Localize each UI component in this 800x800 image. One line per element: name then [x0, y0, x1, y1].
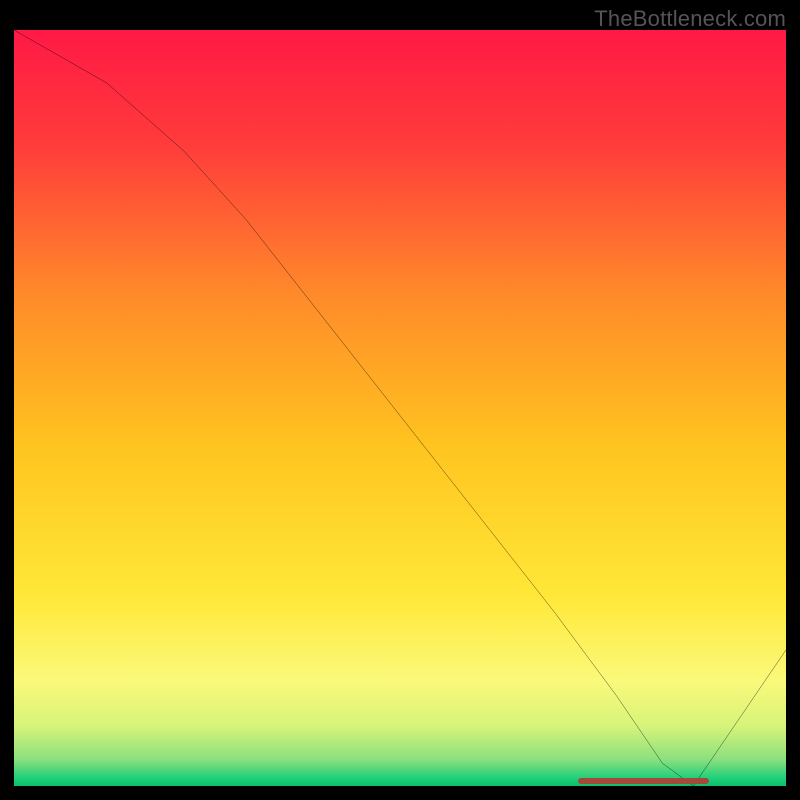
watermark-label: TheBottleneck.com — [594, 6, 786, 32]
chart-frame: TheBottleneck.com — [0, 0, 800, 800]
bottleneck-curve — [14, 30, 786, 786]
plot-area — [14, 30, 786, 786]
optimum-range-marker — [578, 778, 709, 784]
plot-canvas — [14, 30, 786, 786]
